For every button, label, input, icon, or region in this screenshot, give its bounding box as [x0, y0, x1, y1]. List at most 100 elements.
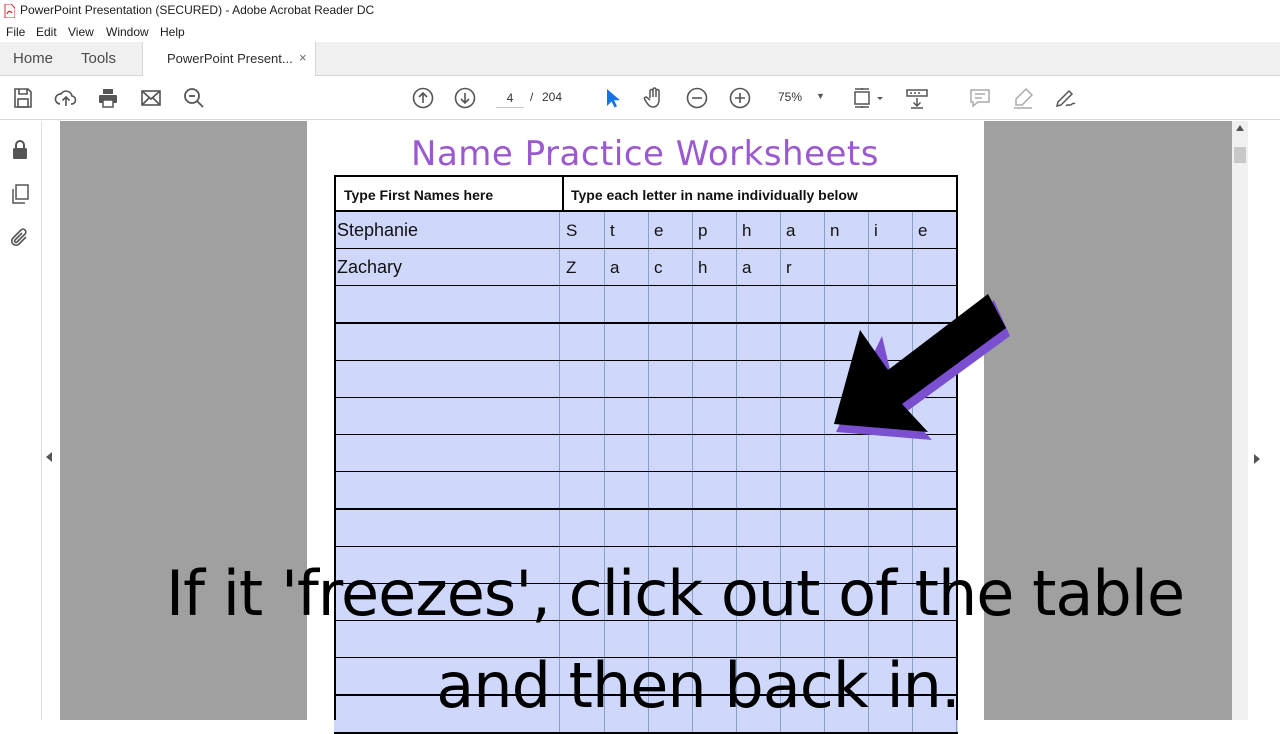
- letter-cell[interactable]: [781, 435, 825, 472]
- highlight-icon[interactable]: [1011, 86, 1035, 110]
- letter-cell[interactable]: a: [781, 212, 825, 248]
- scroll-up-icon[interactable]: [1236, 125, 1244, 131]
- letter-cell[interactable]: [781, 286, 825, 323]
- letter-cell[interactable]: h: [693, 249, 737, 286]
- letter-cell[interactable]: [913, 472, 957, 509]
- letter-cell[interactable]: [605, 472, 649, 509]
- letter-cell[interactable]: [693, 323, 737, 360]
- name-cell[interactable]: [334, 360, 560, 397]
- letter-cell[interactable]: r: [781, 249, 825, 286]
- menu-help[interactable]: Help: [160, 25, 185, 39]
- page-down-icon[interactable]: [453, 86, 477, 110]
- expand-right-icon[interactable]: [1254, 454, 1260, 464]
- email-icon[interactable]: [139, 86, 163, 110]
- letter-cell[interactable]: [737, 286, 781, 323]
- letter-cell[interactable]: [913, 509, 957, 546]
- letter-cell[interactable]: [605, 509, 649, 546]
- letter-cell[interactable]: e: [649, 212, 693, 248]
- letter-cell[interactable]: [561, 323, 605, 360]
- menu-file[interactable]: File: [6, 25, 25, 39]
- letter-cell[interactable]: [693, 360, 737, 397]
- letter-cell[interactable]: [561, 398, 605, 434]
- letter-cell[interactable]: a: [737, 249, 781, 286]
- letter-cell[interactable]: c: [649, 249, 693, 286]
- select-icon[interactable]: [600, 86, 624, 110]
- letter-cell[interactable]: [913, 249, 957, 286]
- letter-cell[interactable]: [737, 509, 781, 546]
- letter-cell[interactable]: [825, 249, 869, 286]
- letter-cell[interactable]: t: [605, 212, 649, 248]
- letter-cell[interactable]: S: [561, 212, 605, 248]
- fit-page-icon[interactable]: [852, 86, 886, 110]
- name-cell[interactable]: [334, 286, 560, 323]
- letter-cell[interactable]: [781, 509, 825, 546]
- find-icon[interactable]: [182, 86, 206, 110]
- letter-cell[interactable]: [561, 435, 605, 472]
- page-number-input[interactable]: [496, 88, 524, 108]
- tab-tools[interactable]: Tools: [81, 50, 116, 67]
- page-up-icon[interactable]: [411, 86, 435, 110]
- letter-cell[interactable]: [737, 323, 781, 360]
- letter-cell[interactable]: [693, 509, 737, 546]
- letter-cell[interactable]: [693, 286, 737, 323]
- letter-cell[interactable]: [649, 323, 693, 360]
- letter-cell[interactable]: [649, 286, 693, 323]
- menu-window[interactable]: Window: [106, 25, 149, 39]
- name-cell[interactable]: [334, 398, 560, 434]
- letter-cell[interactable]: [561, 472, 605, 509]
- letter-cell[interactable]: [737, 472, 781, 509]
- letter-cell[interactable]: [693, 398, 737, 434]
- scroll-mode-icon[interactable]: [905, 86, 929, 110]
- sign-icon[interactable]: [1053, 86, 1077, 110]
- letter-cell[interactable]: [561, 509, 605, 546]
- letter-cell[interactable]: [649, 472, 693, 509]
- letter-cell[interactable]: [561, 286, 605, 323]
- print-icon[interactable]: [96, 86, 120, 110]
- letter-cell[interactable]: [605, 286, 649, 323]
- name-cell[interactable]: Zachary: [334, 249, 560, 286]
- letter-cell[interactable]: [869, 249, 913, 286]
- letter-cell[interactable]: [781, 472, 825, 509]
- letter-cell[interactable]: [649, 360, 693, 397]
- zoom-out-icon[interactable]: [685, 86, 709, 110]
- letter-cell[interactable]: [693, 435, 737, 472]
- hand-icon[interactable]: [642, 86, 666, 110]
- collapse-left-icon[interactable]: [46, 452, 52, 462]
- upload-icon[interactable]: [54, 86, 78, 110]
- letter-cell[interactable]: [649, 435, 693, 472]
- letter-cell[interactable]: [781, 398, 825, 434]
- zoom-in-icon[interactable]: [728, 86, 752, 110]
- name-cell[interactable]: [334, 472, 560, 509]
- letter-cell[interactable]: i: [869, 212, 913, 248]
- name-cell[interactable]: Stephanie: [334, 212, 560, 248]
- tab-document[interactable]: PowerPoint Present... ×: [142, 42, 316, 76]
- letter-cell[interactable]: [737, 435, 781, 472]
- letter-cell[interactable]: Z: [561, 249, 605, 286]
- letter-cell[interactable]: e: [913, 212, 957, 248]
- letter-cell[interactable]: [605, 398, 649, 434]
- letter-cell[interactable]: [869, 472, 913, 509]
- name-cell[interactable]: [334, 509, 560, 546]
- letter-cell[interactable]: [605, 323, 649, 360]
- comment-icon[interactable]: [968, 86, 992, 110]
- close-tab-icon[interactable]: ×: [299, 50, 307, 65]
- name-cell[interactable]: [334, 435, 560, 472]
- menu-view[interactable]: View: [68, 25, 94, 39]
- letter-cell[interactable]: [869, 509, 913, 546]
- letter-cell[interactable]: [605, 435, 649, 472]
- letter-cell[interactable]: [781, 360, 825, 397]
- letter-cell[interactable]: [825, 509, 869, 546]
- save-icon[interactable]: [11, 86, 35, 110]
- scroll-thumb[interactable]: [1234, 147, 1246, 163]
- letter-cell[interactable]: [649, 398, 693, 434]
- letter-cell[interactable]: a: [605, 249, 649, 286]
- letter-cell[interactable]: [693, 472, 737, 509]
- letter-cell[interactable]: [649, 509, 693, 546]
- tab-home[interactable]: Home: [13, 50, 53, 67]
- menu-edit[interactable]: Edit: [36, 25, 57, 39]
- letter-cell[interactable]: [737, 398, 781, 434]
- pages-icon[interactable]: [9, 183, 31, 205]
- letter-cell[interactable]: [561, 360, 605, 397]
- attachment-icon[interactable]: [9, 227, 31, 249]
- zoom-dropdown[interactable]: 75% ▼: [768, 88, 830, 108]
